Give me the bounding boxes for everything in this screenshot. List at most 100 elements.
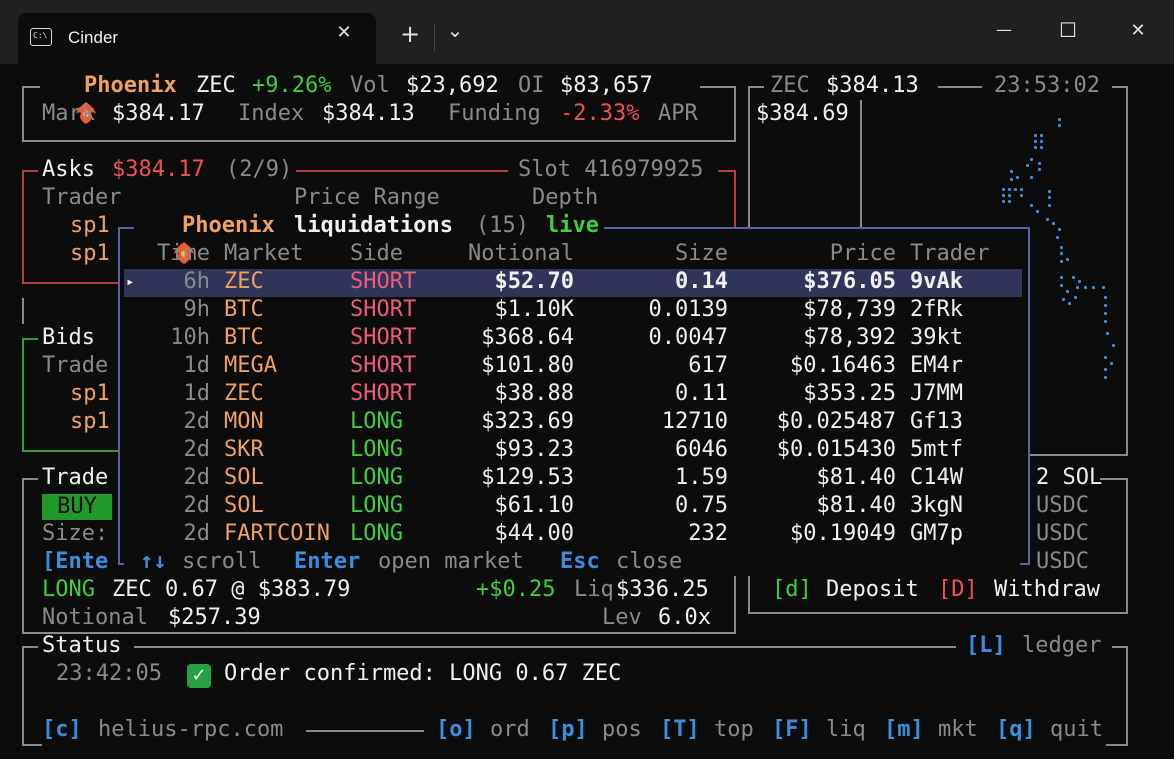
liq-cell-market[interactable]: MEGA xyxy=(224,352,277,380)
liq-cell-side[interactable]: SHORT xyxy=(350,296,416,324)
liq-cell-side[interactable]: LONG xyxy=(350,464,403,492)
liq-cell-size[interactable]: 0.0139 xyxy=(649,296,728,324)
asks-row-trader[interactable]: sp1 xyxy=(70,212,110,240)
liq-cell-price[interactable]: $353.25 xyxy=(803,380,896,408)
liq-cell-time[interactable]: 2d xyxy=(184,408,211,436)
new-tab-button[interactable]: + xyxy=(396,20,424,48)
liq-cell-trader[interactable]: Gf13 xyxy=(910,408,963,436)
liq-cell-notional[interactable]: $93.23 xyxy=(495,436,574,464)
liq-cell-notional[interactable]: $61.10 xyxy=(495,492,574,520)
liq-cell-trader[interactable]: 9vAk xyxy=(910,268,963,296)
liq-cell-size[interactable]: 0.75 xyxy=(675,492,728,520)
liq-cell-side[interactable]: SHORT xyxy=(350,380,416,408)
close-window-button[interactable]: ✕ xyxy=(1124,20,1152,41)
bids-row-trader[interactable]: sp1 xyxy=(70,380,110,408)
deposit-button[interactable]: Deposit xyxy=(826,576,919,604)
rpc-key[interactable]: [c] xyxy=(42,716,82,744)
rpc-endpoint[interactable]: helius-rpc.com xyxy=(98,716,283,744)
bids-row-trader[interactable]: sp1 xyxy=(70,408,110,436)
liq-cell-price[interactable]: $0.025487 xyxy=(777,408,896,436)
liq-cell-notional[interactable]: $44.00 xyxy=(495,520,574,548)
shortcut-key-pos[interactable]: [p] xyxy=(548,716,588,744)
shortcut-label-mkt[interactable]: mkt xyxy=(938,716,978,744)
liq-cell-market[interactable]: ZEC xyxy=(224,380,264,408)
liq-cell-price[interactable]: $78,739 xyxy=(803,296,896,324)
liq-cell-size[interactable]: 0.14 xyxy=(675,268,728,296)
enter-key[interactable]: Enter xyxy=(294,548,360,576)
liq-cell-side[interactable]: LONG xyxy=(350,492,403,520)
shortcut-key-quit[interactable]: [q] xyxy=(996,716,1036,744)
liq-cell-market[interactable]: SOL xyxy=(224,464,264,492)
maximize-button[interactable]: ☐ xyxy=(1054,18,1082,42)
liq-cell-side[interactable]: LONG xyxy=(350,408,403,436)
liq-cell-market[interactable]: SOL xyxy=(224,492,264,520)
liq-cell-notional[interactable]: $129.53 xyxy=(481,464,574,492)
liq-cell-side[interactable]: SHORT xyxy=(350,268,416,296)
liq-cell-size[interactable]: 6046 xyxy=(675,436,728,464)
liq-cell-time[interactable]: 2d xyxy=(184,492,211,520)
minimize-button[interactable]: — xyxy=(990,20,1018,39)
liq-cell-trader[interactable]: J7MM xyxy=(910,380,963,408)
shortcut-label-liq[interactable]: liq xyxy=(826,716,866,744)
liq-cell-notional[interactable]: $52.70 xyxy=(495,268,574,296)
tab-dropdown-button[interactable]: ⌄ xyxy=(442,18,468,42)
liq-cell-size[interactable]: 232 xyxy=(688,520,728,548)
liq-cell-trader[interactable]: 5mtf xyxy=(910,436,963,464)
liq-cell-trader[interactable]: 3kgN xyxy=(910,492,963,520)
liq-cell-notional[interactable]: $323.69 xyxy=(481,408,574,436)
buy-button[interactable]: BUY xyxy=(42,494,112,520)
liq-cell-time[interactable]: 2d xyxy=(184,464,211,492)
tab-close-button[interactable]: ✕ xyxy=(332,22,356,43)
liq-cell-trader[interactable]: C14W xyxy=(910,464,963,492)
liq-cell-side[interactable]: LONG xyxy=(350,436,403,464)
liq-cell-trader[interactable]: 2fRk xyxy=(910,296,963,324)
liq-cell-market[interactable]: MON xyxy=(224,408,264,436)
liq-cell-market[interactable]: ZEC xyxy=(224,268,264,296)
liq-cell-time[interactable]: 2d xyxy=(184,436,211,464)
liq-cell-market[interactable]: BTC xyxy=(224,296,264,324)
liq-cell-price[interactable]: $0.19049 xyxy=(790,520,896,548)
liq-cell-trader[interactable]: EM4r xyxy=(910,352,963,380)
liq-cell-size[interactable]: 12710 xyxy=(662,408,728,436)
liq-cell-size[interactable]: 617 xyxy=(688,352,728,380)
shortcut-label-top[interactable]: top xyxy=(714,716,754,744)
liq-cell-side[interactable]: SHORT xyxy=(350,324,416,352)
liq-cell-price[interactable]: $0.015430 xyxy=(777,436,896,464)
liq-cell-time[interactable]: 1d xyxy=(184,380,211,408)
shortcut-label-ord[interactable]: ord xyxy=(490,716,530,744)
shortcut-label-quit[interactable]: quit xyxy=(1050,716,1103,744)
liq-cell-price[interactable]: $81.40 xyxy=(817,492,896,520)
withdraw-key[interactable]: [D] xyxy=(938,576,978,604)
ledger-key[interactable]: [L] xyxy=(966,632,1006,660)
shortcut-key-liq[interactable]: [F] xyxy=(772,716,812,744)
liq-cell-size[interactable]: 1.59 xyxy=(675,464,728,492)
liq-cell-time[interactable]: 1d xyxy=(184,352,211,380)
liq-cell-trader[interactable]: 39kt xyxy=(910,324,963,352)
liq-cell-price[interactable]: $78,392 xyxy=(803,324,896,352)
liq-cell-size[interactable]: 0.0047 xyxy=(649,324,728,352)
asks-row-trader[interactable]: sp1 xyxy=(70,240,110,268)
shortcut-label-pos[interactable]: pos xyxy=(602,716,642,744)
liq-cell-trader[interactable]: GM7p xyxy=(910,520,963,548)
liq-cell-time[interactable]: 10h xyxy=(170,324,210,352)
liq-cell-size[interactable]: 0.11 xyxy=(675,380,728,408)
ledger-button[interactable]: ledger xyxy=(1022,632,1101,660)
liq-cell-notional[interactable]: $101.80 xyxy=(481,352,574,380)
deposit-key[interactable]: [d] xyxy=(772,576,812,604)
shortcut-key-mkt[interactable]: [m] xyxy=(884,716,924,744)
liq-cell-notional[interactable]: $38.88 xyxy=(495,380,574,408)
shortcut-key-top[interactable]: [T] xyxy=(660,716,700,744)
liq-cell-side[interactable]: SHORT xyxy=(350,352,416,380)
liq-cell-time[interactable]: 2d xyxy=(184,520,211,548)
withdraw-button[interactable]: Withdraw xyxy=(994,576,1100,604)
liq-cell-notional[interactable]: $1.10K xyxy=(495,296,574,324)
liq-cell-time[interactable]: 6h xyxy=(184,268,211,296)
liq-cell-market[interactable]: SKR xyxy=(224,436,264,464)
liq-cell-price[interactable]: $376.05 xyxy=(803,268,896,296)
esc-key[interactable]: Esc xyxy=(560,548,600,576)
shortcut-key-ord[interactable]: [o] xyxy=(436,716,476,744)
liq-cell-market[interactable]: FARTCOIN xyxy=(224,520,330,548)
liq-cell-price[interactable]: $0.16463 xyxy=(790,352,896,380)
liq-cell-price[interactable]: $81.40 xyxy=(817,464,896,492)
liq-cell-time[interactable]: 9h xyxy=(184,296,211,324)
